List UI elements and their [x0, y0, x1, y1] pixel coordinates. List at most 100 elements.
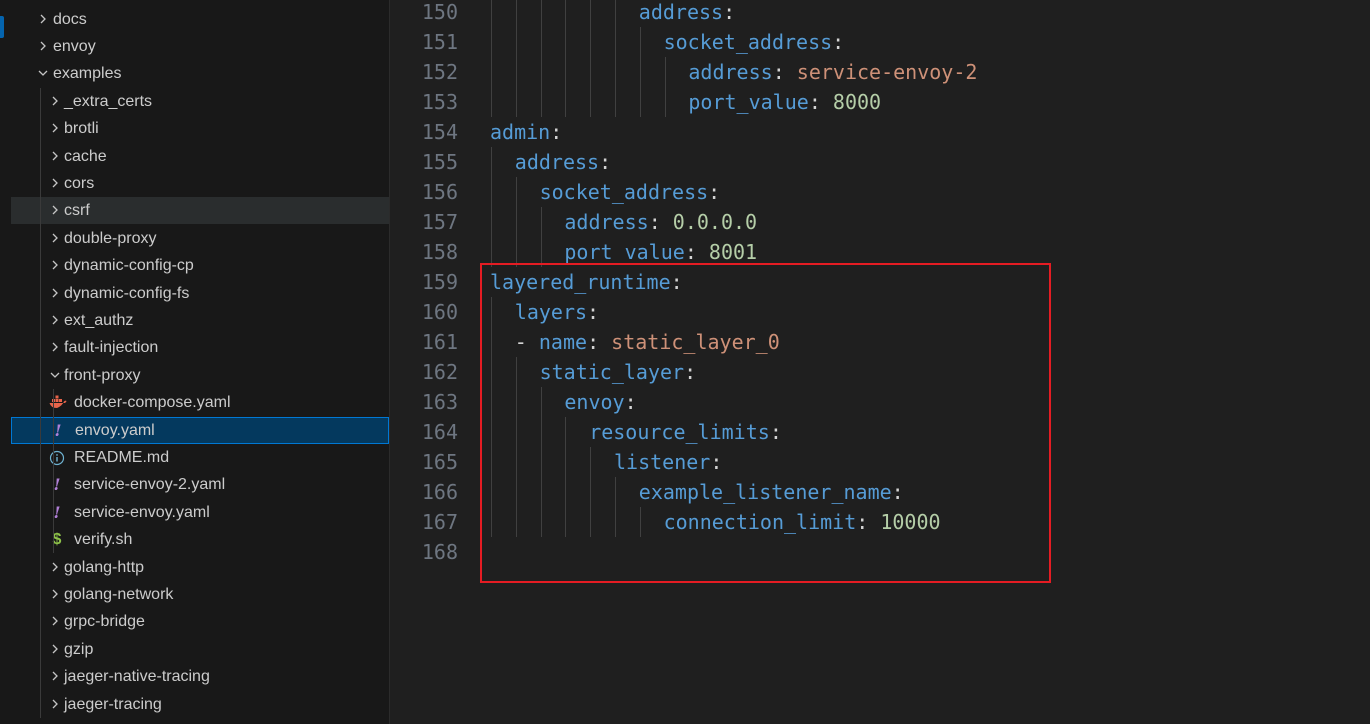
chevron-right-icon[interactable]: [47, 581, 63, 608]
line-number: 151: [421, 30, 458, 54]
folder-front-proxy[interactable]: front-proxy: [11, 362, 389, 389]
yaml-number: 8000: [832, 90, 882, 114]
chevron-right-icon[interactable]: [47, 608, 63, 635]
folder-grpc-bridge[interactable]: grpc-bridge: [11, 608, 389, 635]
chevron-right-icon[interactable]: [47, 691, 63, 718]
folder-examples[interactable]: examples: [11, 60, 389, 87]
line-number: 156: [421, 180, 458, 204]
line-number: 155: [421, 150, 458, 174]
tree-item-label: ext_authz: [64, 311, 134, 329]
line-number: 165: [421, 450, 458, 474]
file-explorer: docs envoy examples _extra_certs brotli cache…: [11, 0, 390, 724]
tree-item-label: docker-compose.yaml: [74, 394, 231, 412]
indent-guide: [491, 0, 492, 27]
code-line[interactable]: 152 address: service-envoy-2: [390, 57, 1370, 87]
tree-indent-guide: [53, 389, 54, 554]
indent-guide: [540, 0, 542, 27]
code-text: address: 0.0.0.0: [564, 207, 757, 237]
indent-guide: [491, 147, 492, 177]
chevron-right-icon[interactable]: [47, 197, 63, 224]
indent-guide: [515, 0, 517, 27]
tree-item-label: dynamic-config-cp: [64, 257, 194, 275]
chevron-down-icon[interactable]: [35, 60, 51, 87]
folder-csrf[interactable]: csrf: [11, 197, 389, 225]
folder-docs[interactable]: docs: [11, 6, 389, 33]
chevron-right-icon[interactable]: [47, 280, 63, 307]
chevron-right-icon[interactable]: [47, 143, 63, 170]
indent-guide: [639, 57, 641, 87]
chevron-right-icon[interactable]: [47, 663, 63, 690]
file-docker-compose-yaml[interactable]: docker-compose.yaml: [11, 389, 389, 416]
chevron-right-icon[interactable]: [47, 252, 63, 279]
line-number: 162: [421, 360, 458, 384]
yaml-punct: :: [772, 60, 797, 84]
folder-golang-network[interactable]: golang-network: [11, 581, 389, 608]
line-number: 167: [421, 510, 458, 534]
code-line[interactable]: 156 socket_address:: [390, 177, 1370, 207]
code-line[interactable]: 151 socket_address:: [390, 27, 1370, 57]
tree-item-label: fault-injection: [64, 339, 159, 357]
indent-guide: [664, 87, 666, 117]
chevron-right-icon[interactable]: [47, 554, 63, 581]
code-text: address:: [639, 0, 735, 27]
indent-guide: [491, 57, 492, 87]
folder-jaeger-tracing[interactable]: jaeger-tracing: [11, 691, 389, 718]
tree-item-label: envoy.yaml: [75, 421, 155, 439]
indent-guide: [491, 207, 492, 237]
yaml-number: 8001: [708, 240, 758, 264]
file-service-envoy-2-yaml[interactable]: ! service-envoy-2.yaml: [11, 471, 389, 498]
folder-dynamic-config-fs[interactable]: dynamic-config-fs: [11, 280, 389, 307]
folder-extra-certs[interactable]: _extra_certs: [11, 88, 389, 115]
chevron-right-icon[interactable]: [47, 636, 63, 663]
code-text: socket_address:: [664, 27, 845, 57]
chevron-right-icon[interactable]: [35, 6, 51, 33]
chevron-right-icon[interactable]: [35, 33, 51, 60]
folder-double-proxy[interactable]: double-proxy: [11, 225, 389, 252]
indent-guide: [565, 27, 567, 57]
folder-jaeger-native-tracing[interactable]: jaeger-native-tracing: [11, 663, 389, 690]
file-readme-md[interactable]: README.md: [11, 444, 389, 471]
indent-guide: [590, 0, 592, 27]
chevron-right-icon[interactable]: [47, 225, 63, 252]
indent-guide: [615, 87, 616, 117]
code-line[interactable]: 154 admin:: [390, 117, 1370, 147]
code-line[interactable]: 153 port_value: 8000: [390, 87, 1370, 117]
tree-item-label: envoy: [53, 37, 96, 55]
yaml-key: socket_address: [663, 30, 833, 54]
folder-cache[interactable]: cache: [11, 143, 389, 170]
indent-guide: [491, 177, 492, 207]
yaml-key: admin: [490, 120, 551, 144]
folder-envoy[interactable]: envoy: [11, 33, 389, 60]
line-number: 163: [421, 390, 458, 414]
tree-item-label: README.md: [74, 448, 170, 466]
indent-guide: [491, 27, 492, 57]
tree-item-label: service-envoy-2.yaml: [74, 476, 226, 494]
folder-brotli[interactable]: brotli: [11, 115, 389, 142]
file-service-envoy-yaml[interactable]: ! service-envoy.yaml: [11, 499, 389, 526]
chevron-down-icon[interactable]: [47, 362, 63, 389]
yaml-punct: :: [648, 210, 673, 234]
folder-cors[interactable]: cors: [11, 170, 389, 197]
shell-icon: $: [52, 531, 62, 549]
file-envoy-yaml[interactable]: ! envoy.yaml: [11, 416, 389, 444]
file-verify-sh[interactable]: $ verify.sh: [11, 526, 389, 553]
code-text: admin:: [490, 117, 562, 147]
indent-guide: [565, 0, 567, 27]
chevron-right-icon[interactable]: [47, 170, 63, 197]
yaml-icon: !: [53, 502, 61, 522]
chevron-right-icon[interactable]: [47, 334, 63, 361]
folder-ext-authz[interactable]: ext_authz: [11, 307, 389, 334]
chevron-right-icon[interactable]: [47, 307, 63, 334]
code-line[interactable]: 155 address:: [390, 147, 1370, 177]
indent-guide: [540, 87, 542, 117]
code-line[interactable]: 150 address:: [390, 0, 1370, 27]
folder-gzip[interactable]: gzip: [11, 636, 389, 663]
yaml-punct: :: [708, 180, 721, 204]
code-line[interactable]: 157 address: 0.0.0.0: [390, 207, 1370, 237]
chevron-right-icon[interactable]: [47, 88, 63, 115]
indent-guide: [515, 57, 517, 87]
folder-dynamic-config-cp[interactable]: dynamic-config-cp: [11, 252, 389, 279]
folder-golang-http[interactable]: golang-http: [11, 554, 389, 581]
folder-fault-injection[interactable]: fault-injection: [11, 334, 389, 361]
chevron-right-icon[interactable]: [47, 115, 63, 142]
